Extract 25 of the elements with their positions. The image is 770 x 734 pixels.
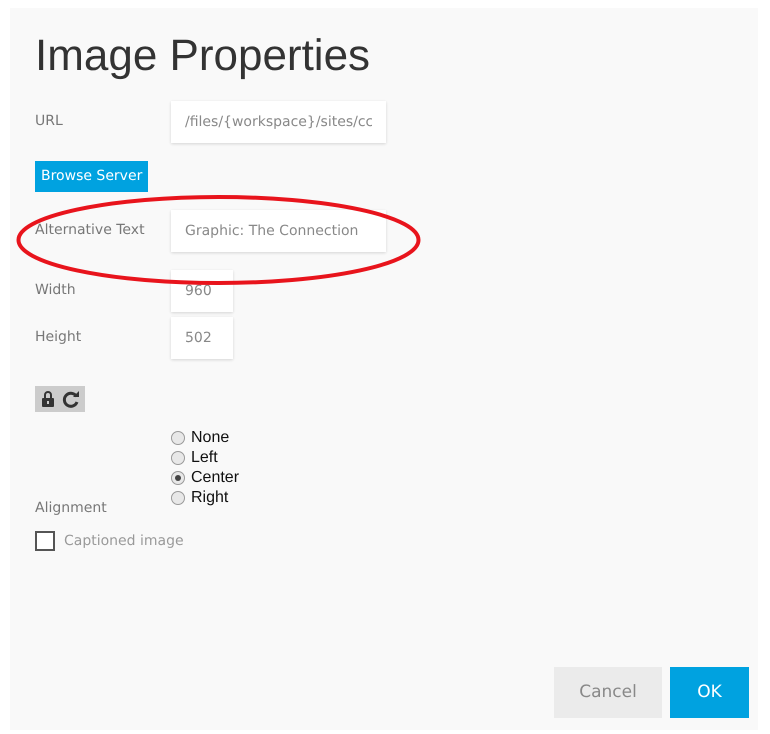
radio-button[interactable] [171, 430, 185, 445]
ok-button[interactable]: OK [670, 667, 749, 718]
field-label: Width [35, 281, 77, 300]
radio-button[interactable] [171, 470, 185, 485]
browse-server-button[interactable]: Browse Server [35, 160, 148, 192]
input-field[interactable]: Graphic: The Connection [171, 210, 386, 252]
radio-button[interactable] [171, 450, 185, 465]
field-label: Alternative Text [35, 221, 146, 240]
input-field[interactable]: 960 [171, 270, 233, 312]
input-field[interactable]: 502 [171, 316, 233, 359]
radio-option[interactable]: None [171, 428, 733, 448]
radio-option[interactable]: Left [171, 448, 733, 468]
radio-option[interactable]: Right [171, 488, 733, 508]
field-label: Alignment [35, 498, 108, 518]
reset-icon[interactable] [62, 390, 80, 408]
radio-option[interactable]: Center [171, 468, 733, 488]
cancel-button[interactable]: Cancel [554, 667, 662, 718]
dialog-title: Image Properties [35, 30, 372, 82]
input-field[interactable]: /files/{workspace}/sites/cc [171, 100, 386, 143]
field-label: URL [35, 112, 64, 132]
checkbox-label: Captioned image [64, 532, 184, 551]
radio-button[interactable] [171, 490, 185, 505]
checkbox[interactable] [35, 531, 55, 552]
field-label: Height [35, 328, 82, 348]
lock-icon[interactable] [40, 390, 56, 408]
